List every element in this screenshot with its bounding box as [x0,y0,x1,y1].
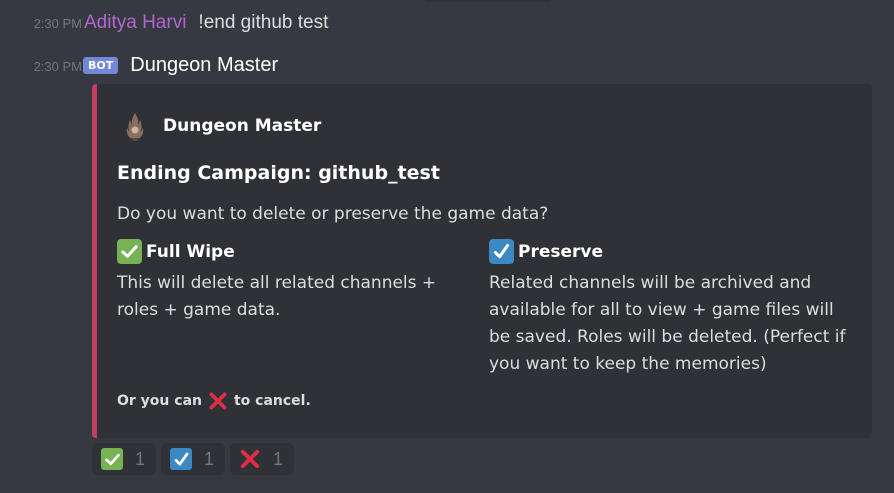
reaction-count: 1 [273,448,284,469]
field-full-wipe: Full Wipe This will delete all related c… [117,239,457,324]
field-value: This will delete all related channels + … [117,270,457,324]
field-value-line: available for all to view + game files w… [489,300,834,320]
embed-title: Ending Campaign: github_test [117,162,440,184]
embed-author: Dungeon Master [119,110,321,142]
message-content: !end github test [198,12,329,33]
reaction-ballot-box-check[interactable]: 1 [161,443,225,475]
reaction-white-check-mark[interactable]: 1 [92,443,156,475]
embed-footer: Or you can to cancel. [117,390,311,412]
cross-mark-icon [209,392,227,410]
embed-description: Do you want to delete or preserve the ga… [117,204,549,224]
white-check-mark-icon [117,239,142,264]
footer-text-after: to cancel. [233,393,311,409]
ballot-box-check-icon [489,239,514,264]
top-divider [425,0,551,2]
field-value: Related channels will be archived and av… [489,270,859,378]
author-name[interactable]: Aditya Harvi [84,12,186,34]
bot-tag: BOT [83,57,119,74]
field-value-line: be saved. Roles will be deleted. (Perfec… [489,327,846,347]
field-name: Preserve [489,239,859,264]
field-name-text: Full Wipe [146,241,235,262]
field-preserve: Preserve Related channels will be archiv… [489,239,859,378]
field-value-line: Related channels will be archived and [489,273,812,293]
field-name-text: Preserve [518,241,604,262]
bot-message-header: 2:30 PM BOT Dungeon Master [0,54,279,77]
embed-card: Dungeon Master Ending Campaign: github_t… [92,84,872,438]
field-value-line: This will delete all related channels + [117,273,437,293]
field-value-line: roles + game data. [117,300,281,320]
reactions-bar: 1 1 1 [92,443,294,475]
field-value-line: you want to keep the memories) [489,354,767,374]
ballot-box-check-icon [170,448,192,470]
reaction-count: 1 [204,448,215,469]
embed-author-name: Dungeon Master [163,116,322,136]
reaction-count: 1 [135,448,146,469]
cross-mark-icon [239,448,261,470]
dungeon-master-avatar-icon[interactable] [119,110,151,142]
author-name[interactable]: Dungeon Master [130,54,278,77]
white-check-mark-icon [101,448,123,470]
user-message: 2:30 PM Aditya Harvi !end github test [0,12,329,34]
message-timestamp: 2:30 PM [33,16,82,31]
message-timestamp: 2:30 PM [33,59,82,74]
reaction-cross-mark[interactable]: 1 [230,443,294,475]
footer-text-before: Or you can [117,393,202,409]
field-name: Full Wipe [117,239,457,264]
